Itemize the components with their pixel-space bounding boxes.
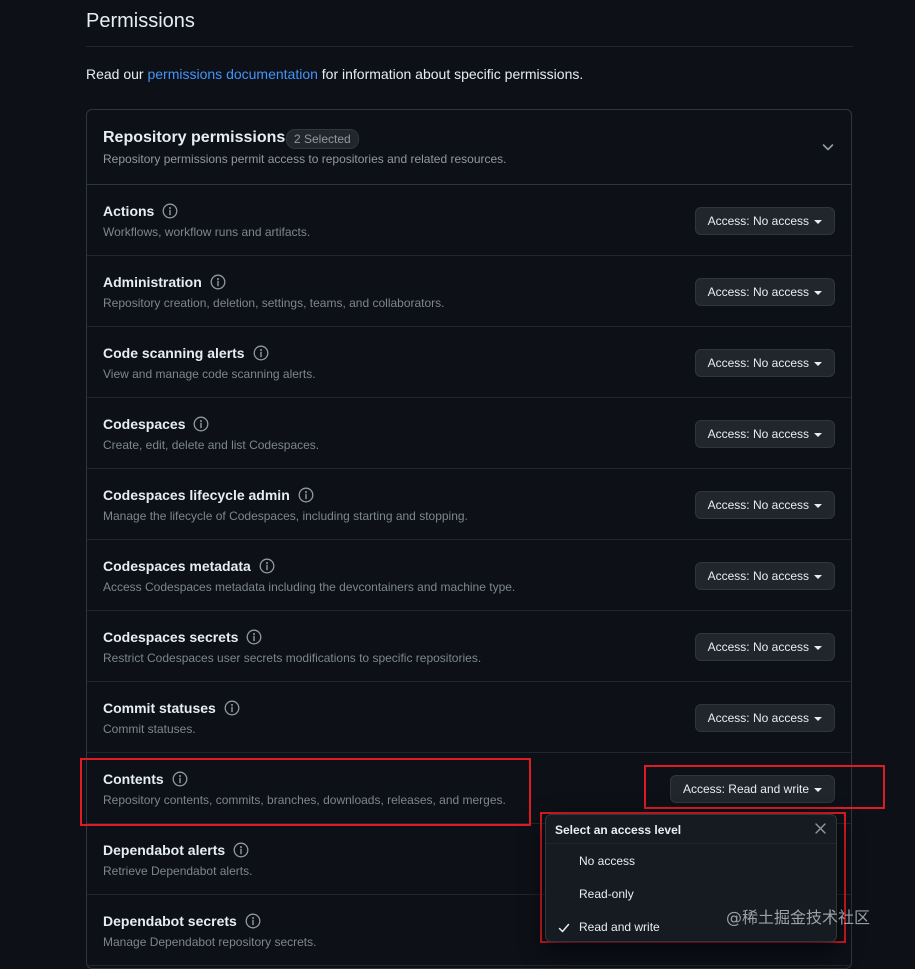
repository-permissions-description: Repository permissions permit access to … bbox=[103, 152, 507, 166]
permission-title: Administration bbox=[103, 274, 226, 290]
permission-name: Codespaces metadata bbox=[103, 558, 251, 574]
access-level-label: Access: No access bbox=[707, 356, 809, 370]
selected-count-badge: 2 Selected bbox=[286, 129, 359, 149]
access-level-label: Access: No access bbox=[707, 640, 809, 654]
access-level-button[interactable]: Access: No access bbox=[694, 349, 835, 377]
caret-down-icon bbox=[814, 361, 822, 366]
permission-description: Access Codespaces metadata including the… bbox=[103, 580, 516, 594]
access-option-label: Read and write bbox=[579, 920, 660, 934]
contents-row-highlight bbox=[80, 758, 531, 826]
access-level-label: Access: No access bbox=[707, 214, 809, 228]
access-level-button[interactable]: Access: No access bbox=[694, 633, 835, 661]
intro-suffix: for information about specific permissio… bbox=[317, 66, 584, 82]
permission-row: Codespaces lifecycle admin Manage the lif… bbox=[87, 469, 851, 540]
permission-name: Dependabot secrets bbox=[103, 913, 237, 929]
permission-row: Commit statuses Commit statuses. Access: N… bbox=[87, 682, 851, 753]
intro-text: Read our permissions documentation for i… bbox=[86, 66, 583, 82]
caret-down-icon bbox=[814, 290, 822, 295]
access-level-button[interactable]: Access: No access bbox=[694, 278, 835, 306]
permission-title: Code scanning alerts bbox=[103, 345, 269, 361]
chevron-down-icon[interactable] bbox=[821, 140, 835, 154]
access-menu-title: Select an access level bbox=[555, 823, 682, 837]
info-icon[interactable] bbox=[298, 487, 314, 503]
permission-title: Actions bbox=[103, 203, 178, 219]
access-level-button[interactable]: Access: No access bbox=[694, 562, 835, 590]
permission-name: Commit statuses bbox=[103, 700, 216, 716]
access-menu-header: Select an access level bbox=[546, 815, 836, 844]
page-title: Permissions bbox=[86, 10, 195, 32]
info-icon[interactable] bbox=[233, 842, 249, 858]
info-icon[interactable] bbox=[224, 700, 240, 716]
permission-name: Code scanning alerts bbox=[103, 345, 245, 361]
access-level-label: Access: No access bbox=[707, 427, 809, 441]
permission-name: Codespaces bbox=[103, 416, 186, 432]
caret-down-icon bbox=[814, 432, 822, 437]
info-icon[interactable] bbox=[245, 913, 261, 929]
access-level-label: Access: No access bbox=[707, 569, 809, 583]
permission-description: Restrict Codespaces user secrets modific… bbox=[103, 651, 482, 665]
permission-name: Codespaces secrets bbox=[103, 629, 239, 645]
permission-description: View and manage code scanning alerts. bbox=[103, 367, 316, 381]
permission-title: Codespaces bbox=[103, 416, 209, 432]
permission-row: Code scanning alerts View and manage code… bbox=[87, 327, 851, 398]
permission-description: Repository creation, deletion, settings,… bbox=[103, 296, 445, 310]
permission-row: Codespaces metadata Access Codespaces met… bbox=[87, 540, 851, 611]
permission-name: Actions bbox=[103, 203, 155, 219]
info-icon[interactable] bbox=[246, 629, 262, 645]
permission-name: Dependabot alerts bbox=[103, 842, 226, 858]
access-level-label: Access: No access bbox=[707, 498, 809, 512]
access-level-button[interactable]: Access: No access bbox=[694, 207, 835, 235]
permission-title: Codespaces metadata bbox=[103, 558, 275, 574]
permission-title: Dependabot alerts bbox=[103, 842, 249, 858]
caret-down-icon bbox=[814, 219, 822, 224]
check-icon bbox=[558, 923, 570, 933]
access-level-label: Access: No access bbox=[707, 711, 809, 725]
access-level-button[interactable]: Access: No access bbox=[694, 491, 835, 519]
info-icon[interactable] bbox=[253, 345, 269, 361]
info-icon[interactable] bbox=[259, 558, 275, 574]
caret-down-icon bbox=[814, 645, 822, 650]
permission-row: Administration Repository creation, delet… bbox=[87, 256, 851, 327]
caret-down-icon bbox=[814, 716, 822, 721]
repository-permissions-title: Repository permissions bbox=[103, 129, 286, 146]
permission-description: Workflows, workflow runs and artifacts. bbox=[103, 225, 311, 239]
permission-row: Codespaces secrets Restrict Codespaces us… bbox=[87, 611, 851, 682]
permissions-documentation-link[interactable]: permissions documentation bbox=[147, 66, 317, 82]
watermark: @稀土掘金技术社区 bbox=[726, 908, 871, 927]
permission-description: Commit statuses. bbox=[103, 722, 196, 736]
repository-permissions-header[interactable]: Repository permissions 2 Selected Reposi… bbox=[87, 110, 851, 185]
caret-down-icon bbox=[814, 574, 822, 579]
access-button-highlight bbox=[644, 765, 885, 809]
permission-name: Codespaces lifecycle admin bbox=[103, 487, 290, 503]
permission-name: Administration bbox=[103, 274, 202, 290]
info-icon[interactable] bbox=[210, 274, 226, 290]
permission-description: Manage Dependabot repository secrets. bbox=[103, 935, 317, 949]
permission-row: Actions Workflows, workflow runs and arti… bbox=[87, 185, 851, 256]
intro-prefix: Read our bbox=[86, 66, 148, 82]
caret-down-icon bbox=[814, 503, 822, 508]
access-option-label: No access bbox=[579, 854, 636, 868]
permission-description: Retrieve Dependabot alerts. bbox=[103, 864, 253, 878]
permission-title: Codespaces secrets bbox=[103, 629, 262, 645]
access-level-button[interactable]: Access: No access bbox=[694, 420, 835, 448]
access-option-label: Read-only bbox=[579, 887, 634, 901]
access-level-label: Access: No access bbox=[707, 285, 809, 299]
info-icon[interactable] bbox=[193, 416, 209, 432]
close-icon[interactable] bbox=[815, 823, 826, 834]
permission-description: Create, edit, delete and list Codespaces… bbox=[103, 438, 320, 452]
info-icon[interactable] bbox=[162, 203, 178, 219]
permission-description: Manage the lifecycle of Codespaces, incl… bbox=[103, 509, 468, 523]
access-option-no-access[interactable]: No access bbox=[546, 845, 836, 878]
permission-title: Dependabot secrets bbox=[103, 913, 261, 929]
permission-title: Commit statuses bbox=[103, 700, 240, 716]
title-divider bbox=[86, 46, 853, 47]
permission-row: Codespaces Create, edit, delete and list … bbox=[87, 398, 851, 469]
permission-title: Codespaces lifecycle admin bbox=[103, 487, 314, 503]
access-level-button[interactable]: Access: No access bbox=[694, 704, 835, 732]
